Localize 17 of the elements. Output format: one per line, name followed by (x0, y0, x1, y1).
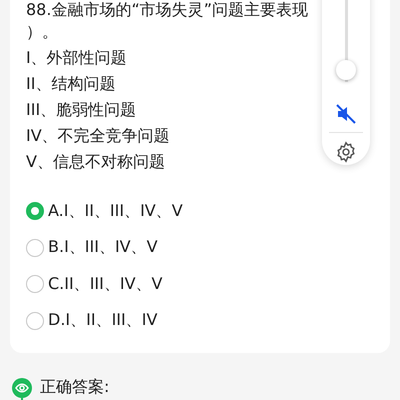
answer-heading: 正确答案: (40, 377, 110, 398)
option-label[interactable]: A.I、II、III、IV、V (48, 200, 183, 222)
radio-button[interactable] (26, 202, 44, 220)
option-label[interactable]: C.II、III、IV、V (48, 274, 162, 295)
question-text: IV、不完全竞争问题 (26, 125, 170, 147)
question-text: I、外部性问题 (26, 47, 127, 69)
radio-button[interactable] (26, 312, 44, 330)
radio-button[interactable] (26, 275, 44, 294)
option-label[interactable]: D.I、II、III、IV (48, 310, 158, 332)
question-text: 88.金融市场的“市场失灵”问题主要表现 (26, 0, 308, 19)
question-text: III、脆弱性问题 (26, 99, 136, 121)
question-text: V、信息不对称问题 (26, 151, 165, 173)
option-label[interactable]: B.I、III、IV、V (48, 237, 158, 258)
question-text: ）。 (26, 21, 58, 43)
radio-button[interactable] (26, 238, 44, 257)
eye-icon (12, 378, 32, 398)
question-text: II、结构问题 (26, 73, 116, 95)
